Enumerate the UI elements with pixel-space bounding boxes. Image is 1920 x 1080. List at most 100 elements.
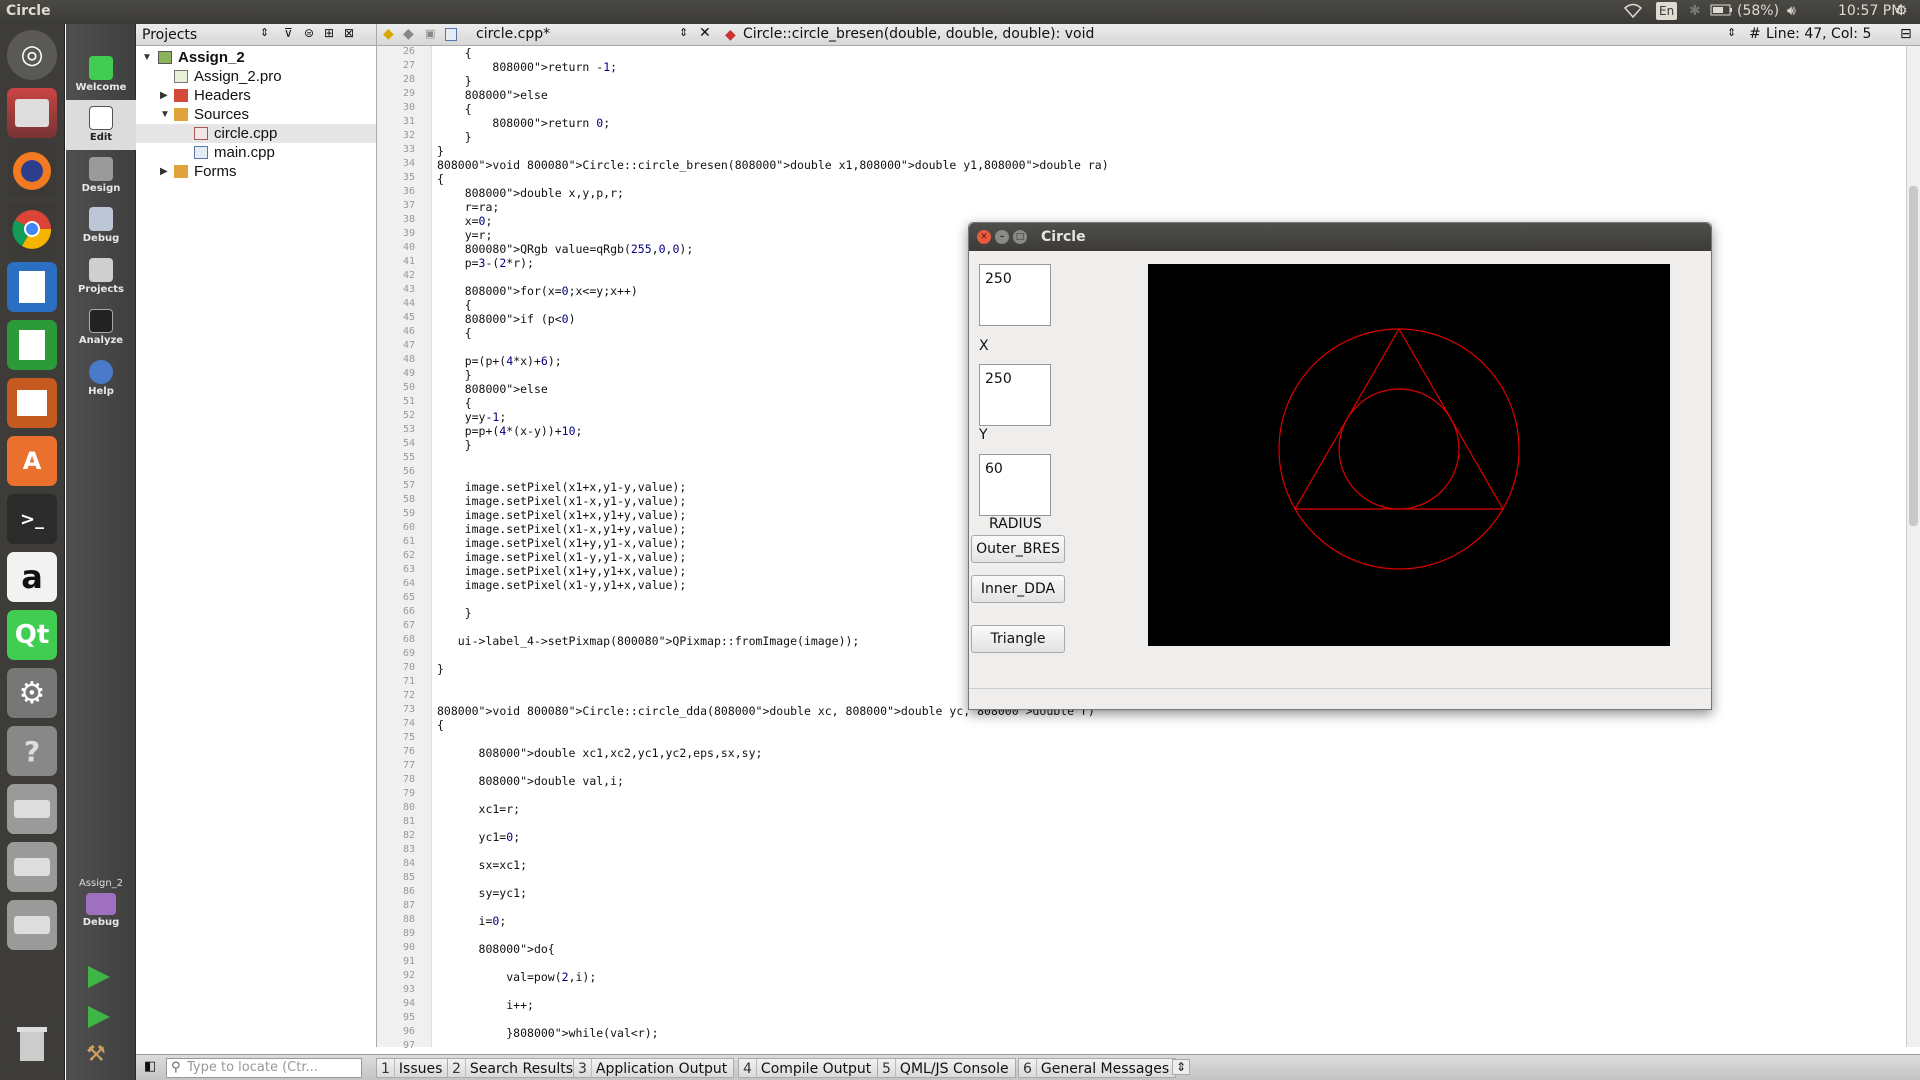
amazon-icon[interactable]: a [7,552,57,602]
drive-icon[interactable] [7,842,57,892]
tree-item-sources[interactable]: ▼ Sources [136,105,376,124]
mode-welcome[interactable]: Welcome [66,50,136,100]
bluetooth-icon[interactable]: ✱ [1689,3,1701,19]
code-line[interactable]: 808000">double val,i; [437,774,624,788]
tree-item-circle-cpp[interactable]: circle.cpp [136,124,376,143]
code-line[interactable]: image.setPixel(x1-y,y1+x,value); [437,578,687,592]
code-line[interactable]: } [437,662,444,676]
calc-icon[interactable] [7,320,57,370]
split-editor-icon[interactable]: ⊟ [1900,26,1912,42]
drive-icon[interactable] [7,784,57,834]
function-dropdown-icon[interactable]: ⇕ [1727,26,1736,39]
code-line[interactable]: } [437,438,472,452]
code-line[interactable]: xc1=r; [437,802,521,816]
vertical-scrollbar[interactable] [1906,46,1920,1047]
inner-dda-button[interactable]: Inner_DDA [971,575,1065,603]
code-line[interactable]: y=y-1; [437,410,507,424]
qt-creator-icon[interactable]: Qt [7,610,57,660]
debug-run-icon[interactable] [88,1006,110,1028]
writer-icon[interactable] [7,262,57,312]
maximize-window-icon[interactable]: □ [1013,230,1027,244]
code-line[interactable]: { [437,396,472,410]
kit-selector[interactable]: Assign_2 Debug [66,874,136,970]
run-icon[interactable] [88,966,110,988]
code-line[interactable]: image.setPixel(x1+y,y1-x,value); [437,536,687,550]
split-icon[interactable]: ⊞ [324,26,334,40]
code-line[interactable]: } [437,74,472,88]
link-icon[interactable]: ⊜ [304,26,314,40]
code-line[interactable]: sx=xc1; [437,858,527,872]
minimize-window-icon[interactable]: – [995,230,1009,244]
code-line[interactable]: y=r; [437,228,493,242]
tree-item-project[interactable]: ▼ Assign_2 [136,48,376,67]
code-line[interactable]: { [437,102,472,116]
tab-general-messages[interactable]: 6 General Messages [1018,1058,1177,1079]
code-line[interactable]: 800080">QRgb value=qRgb(255,0,0); [437,242,694,256]
tree-item-pro-file[interactable]: Assign_2.pro [136,67,376,86]
code-line[interactable]: 808000">return -1; [437,60,617,74]
code-line[interactable]: image.setPixel(x1-y,y1-x,value); [437,550,687,564]
code-line[interactable]: image.setPixel(x1-x,y1-y,value); [437,494,687,508]
code-line[interactable]: i++; [437,998,534,1012]
code-line[interactable]: 808000">double x,y,p,r; [437,186,624,200]
code-line[interactable]: } [437,130,472,144]
code-line[interactable]: 808000">else [437,382,548,396]
close-window-icon[interactable]: ✕ [977,230,991,244]
dash-icon[interactable]: ◎ [7,30,57,80]
x-input[interactable]: 250 [979,264,1051,326]
volume-icon[interactable]: 🔊︎ [1787,3,1796,19]
trash-icon[interactable] [7,1018,57,1068]
battery-icon[interactable] [1710,3,1734,21]
mode-projects[interactable]: Projects [66,252,136,302]
tab-issues[interactable]: 1 Issues [376,1058,450,1079]
close-document-icon[interactable]: ✕ [699,25,711,41]
triangle-button[interactable]: Triangle [971,625,1065,653]
scrollbar-thumb[interactable] [1909,186,1918,526]
impress-icon[interactable] [7,378,57,428]
code-line[interactable]: { [437,46,472,60]
battery-percent[interactable]: (58%) [1737,3,1779,19]
code-line[interactable]: 808000">return 0; [437,116,610,130]
tab-search-results[interactable]: 2 Search Results [447,1058,581,1079]
code-line[interactable]: r=ra; [437,200,500,214]
code-line[interactable]: p=(p+(4*x)+6); [437,354,562,368]
radius-input[interactable]: 60 [979,454,1051,516]
software-center-icon[interactable]: A [7,436,57,486]
firefox-icon[interactable] [7,146,57,196]
locator-input[interactable]: ⚲ Type to locate (Ctr... [166,1058,362,1078]
code-line[interactable]: { [437,298,472,312]
tree-item-headers[interactable]: ▶ Headers [136,86,376,105]
tree-item-main-cpp[interactable]: main.cpp [136,143,376,162]
code-line[interactable]: 808000">else [437,88,548,102]
mode-debug[interactable]: Debug [66,201,136,251]
expand-arrow-icon[interactable]: ▶ [160,86,170,105]
code-line[interactable]: image.setPixel(x1+y,y1+x,value); [437,564,687,578]
code-line[interactable]: }808000">while(val<r); [437,1026,658,1040]
expand-arrow-icon[interactable]: ▶ [160,162,170,181]
tree-item-forms[interactable]: ▶ Forms [136,162,376,181]
code-line[interactable]: image.setPixel(x1+x,y1+y,value); [437,508,687,522]
nav-forward-icon[interactable]: ◆ [403,26,414,42]
mode-edit[interactable]: Edit [66,100,136,150]
keyboard-indicator[interactable]: En [1656,2,1678,20]
build-hammer-icon[interactable]: ⚒ [86,1044,112,1066]
code-line[interactable]: 808000">do{ [437,942,555,956]
function-selector[interactable]: Circle::circle_bresen(double, double, do… [743,26,1094,42]
mode-analyze[interactable]: Analyze [66,303,136,353]
file-dropdown-icon[interactable]: ⇕ [679,26,688,39]
expand-arrow-icon[interactable]: ▼ [142,48,152,67]
expand-arrow-icon[interactable]: ▼ [160,105,170,124]
code-line[interactable]: image.setPixel(x1-x,y1+y,value); [437,522,687,536]
code-line[interactable]: { [437,718,444,732]
code-line[interactable]: } [437,144,444,158]
mode-help[interactable]: Help [66,354,136,404]
projects-pane-header[interactable]: Projects ⇕ ⊽ ⊜ ⊞ ⊠ [136,24,376,46]
code-line[interactable]: i=0; [437,914,507,928]
code-line[interactable]: } [437,606,472,620]
code-line[interactable]: p=p+(4*(x-y))+10; [437,424,583,438]
settings-gear-icon[interactable]: ⚙ [1895,3,1908,19]
clock[interactable]: 10:57 PM [1838,3,1903,19]
chrome-icon[interactable] [7,204,57,254]
more-tabs-icon[interactable]: ⇕ [1172,1059,1191,1075]
code-line[interactable]: { [437,326,472,340]
